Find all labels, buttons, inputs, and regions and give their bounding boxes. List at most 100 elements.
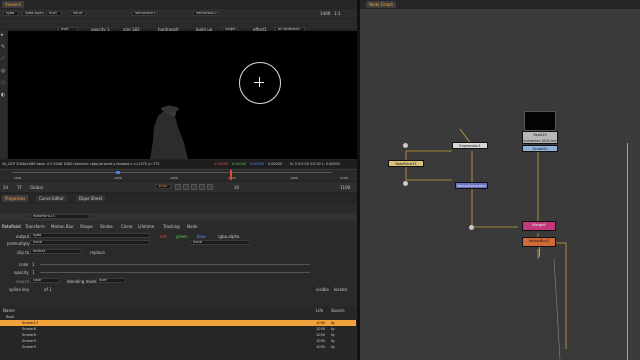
tab-clone[interactable]: Clone bbox=[121, 224, 132, 229]
timeline-ruler bbox=[12, 172, 332, 173]
replace-label[interactable]: replace bbox=[90, 250, 105, 255]
node-name-field[interactable]: RotoPaint13 bbox=[30, 214, 90, 219]
step-value[interactable]: 10 bbox=[234, 185, 239, 190]
colorspace-select[interactable]: sRGB bbox=[70, 11, 86, 16]
read-thumbnail bbox=[524, 111, 556, 131]
vectorblur-node[interactable]: VectorBlur2 bbox=[522, 237, 556, 247]
frame-readout: 1409 bbox=[320, 11, 331, 16]
locked-check[interactable]: locked bbox=[334, 287, 347, 292]
dodge-tool-icon[interactable]: ◐ bbox=[1, 93, 5, 98]
blur-tool-icon[interactable]: ◌ bbox=[1, 81, 5, 86]
bezier-tool-icon[interactable]: ✎ bbox=[1, 45, 5, 50]
timeline-tick: 1030 bbox=[114, 176, 122, 180]
color-value[interactable]: 1 bbox=[32, 262, 35, 267]
pixel-alpha: 0.00000 bbox=[268, 162, 283, 166]
tab-rotopaint[interactable]: RotoPaint bbox=[2, 224, 21, 229]
timeline-tick: 1050 bbox=[170, 176, 178, 180]
premultiply-right-select[interactable]: none bbox=[190, 240, 250, 245]
tab-curve-editor[interactable]: Curve Editor bbox=[36, 195, 67, 202]
visible-check[interactable]: visible bbox=[316, 287, 329, 292]
red-check[interactable]: red bbox=[160, 234, 167, 239]
read-node-file: character.1000.exr bbox=[523, 139, 557, 143]
premultiply-label: premultiply bbox=[7, 241, 30, 246]
pixel-blue: 0.00000 bbox=[250, 162, 265, 166]
source-prop-select[interactable]: color bbox=[30, 278, 60, 283]
select-tool-icon[interactable]: ▸ bbox=[1, 33, 4, 38]
hsv-readout: H: 0 S:0.00 V:0.00 L: 0.00000 bbox=[290, 162, 340, 166]
viewer-canvas[interactable] bbox=[8, 31, 357, 159]
node-connections bbox=[405, 128, 567, 360]
color-slider[interactable] bbox=[40, 264, 310, 265]
play-forward-button[interactable] bbox=[191, 184, 197, 190]
blue-check[interactable]: blue bbox=[197, 234, 206, 239]
tf-select[interactable]: TF bbox=[17, 185, 22, 190]
opacity-prop-label: opacity bbox=[14, 270, 29, 275]
dot-node[interactable] bbox=[403, 181, 408, 186]
opacity-slider[interactable] bbox=[40, 272, 310, 273]
last-frame-button[interactable] bbox=[207, 184, 213, 190]
playhead[interactable] bbox=[230, 170, 232, 180]
next-frame-button[interactable] bbox=[199, 184, 205, 190]
tab-lifetime[interactable]: Lifetime bbox=[138, 224, 154, 229]
keyframe-marker bbox=[116, 171, 120, 174]
right-edge-pipe bbox=[627, 143, 628, 360]
tree-row[interactable]: Smear9 1050 fg bbox=[0, 344, 356, 350]
premultiply-select[interactable]: none bbox=[30, 240, 150, 245]
green-check[interactable]: green bbox=[176, 234, 188, 239]
tree-header-name: Name bbox=[3, 308, 15, 313]
pixel-green: 0.00000 bbox=[232, 162, 247, 166]
end-frame-value[interactable]: 1100 bbox=[340, 185, 350, 190]
read-node[interactable]: Read19 character.1000.exr bbox=[522, 131, 558, 144]
opacity-prop-value[interactable]: 1 bbox=[32, 270, 35, 275]
input-a-select[interactable]: VectorBlur2 bbox=[132, 11, 158, 16]
alpha-select[interactable]: rgba.alpha bbox=[22, 11, 44, 16]
source-label: source bbox=[16, 279, 30, 284]
merge-node[interactable]: Merge9 bbox=[522, 221, 556, 231]
tab-transform[interactable]: Transform bbox=[25, 224, 45, 229]
alpha-check[interactable]: rgba.alpha bbox=[218, 234, 239, 239]
tab-node[interactable]: Node bbox=[187, 224, 197, 229]
tab-dope-sheet[interactable]: Dope Sheet bbox=[76, 195, 106, 202]
play-back-button[interactable] bbox=[175, 184, 181, 190]
output-select[interactable]: rgba bbox=[30, 233, 150, 238]
timeline-start-tick: 1001 bbox=[14, 176, 22, 180]
clone-tool-icon[interactable]: ◎ bbox=[1, 69, 5, 74]
current-frame-field[interactable]: 1092 bbox=[155, 184, 171, 189]
tab-node-graph[interactable]: Node Graph bbox=[366, 1, 396, 8]
timeline[interactable] bbox=[0, 169, 357, 181]
blending-label: blending mode bbox=[67, 279, 97, 284]
timeline-tick: 1090 bbox=[290, 176, 298, 180]
global-select[interactable]: Global bbox=[30, 185, 43, 190]
tree-header-life: Life bbox=[316, 308, 324, 313]
grade-node[interactable]: Grade20 bbox=[522, 145, 558, 152]
brush-tool-icon[interactable]: ⟋ bbox=[1, 57, 5, 62]
tab-properties[interactable]: Properties bbox=[2, 195, 29, 202]
viewer-tab-bar bbox=[0, 0, 357, 8]
tab-tracking[interactable]: Tracking bbox=[163, 224, 180, 229]
tab-shape[interactable]: Shape bbox=[80, 224, 93, 229]
node-graph-tab-bar bbox=[360, 0, 640, 8]
tab-viewer1[interactable]: Viewer1 bbox=[2, 1, 25, 8]
prev-frame-button[interactable] bbox=[183, 184, 189, 190]
display-rgb-select[interactable]: RGB bbox=[46, 11, 62, 16]
fps-value[interactable]: 24 bbox=[3, 185, 8, 190]
dot-node[interactable] bbox=[403, 143, 408, 148]
expression-node[interactable]: Expression1 bbox=[452, 142, 488, 149]
format-info: 2K_DCP 2048x1080 bbox: 0 0 2048 1080 cha… bbox=[2, 162, 160, 166]
vector-generator-node[interactable]: VectorGenerator bbox=[455, 182, 488, 189]
tab-motion-blur[interactable]: Motion Blur bbox=[51, 224, 74, 229]
input-b-select[interactable]: VectorBlur2 bbox=[193, 11, 219, 16]
blending-select[interactable]: over bbox=[96, 278, 126, 283]
roto-node[interactable]: RotoPaint13 bbox=[388, 160, 424, 167]
brush-cursor-icon bbox=[239, 62, 281, 104]
dot-node[interactable] bbox=[469, 225, 474, 230]
channel-select[interactable]: rgba bbox=[3, 11, 19, 16]
color-label: color bbox=[19, 262, 29, 267]
spline-key-value[interactable]: of 1 bbox=[44, 287, 52, 292]
output-label: output bbox=[16, 234, 30, 239]
timeline-end-label: 1100 bbox=[340, 176, 348, 180]
tab-stroke[interactable]: Stroke bbox=[100, 224, 113, 229]
crosshair-icon bbox=[259, 77, 260, 87]
clip-select[interactable]: format bbox=[30, 249, 82, 254]
zoom-readout[interactable]: 1:1 bbox=[334, 11, 340, 16]
